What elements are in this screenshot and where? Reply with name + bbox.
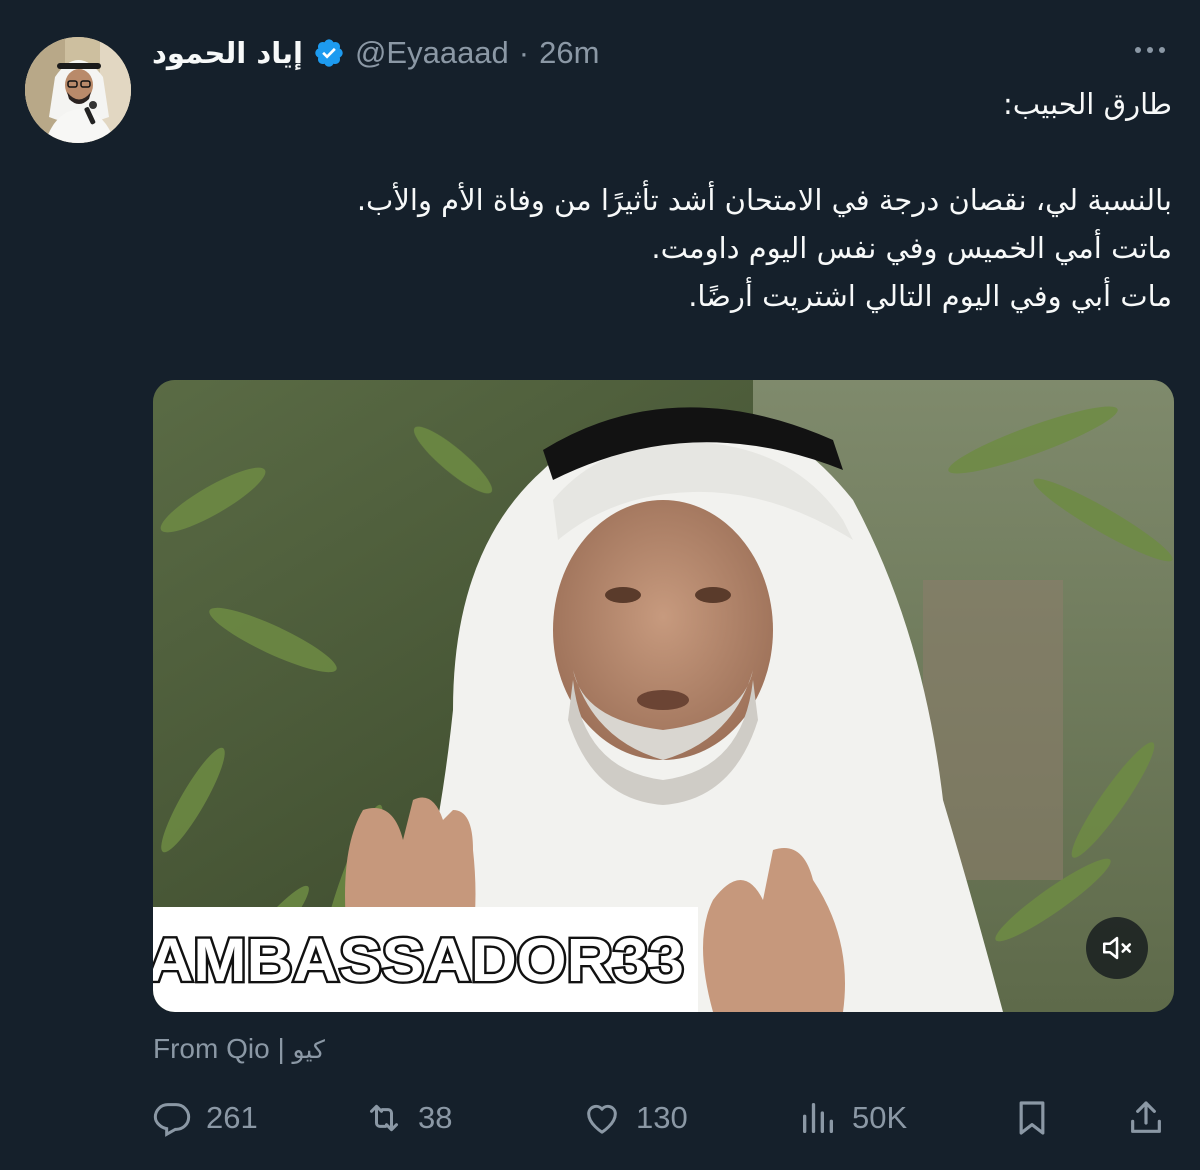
- bookmark-icon: [1019, 1101, 1045, 1135]
- tweet-video[interactable]: AMBASSADOR33: [153, 380, 1174, 1012]
- reply-icon: [153, 1103, 191, 1137]
- like-count: 130: [636, 1100, 688, 1135]
- views-button[interactable]: 50K: [798, 1090, 907, 1146]
- like-button[interactable]: 130: [582, 1090, 688, 1146]
- more-icon[interactable]: [1128, 38, 1172, 62]
- verified-badge-icon[interactable]: [313, 37, 345, 69]
- tweet-text-blank-line: [162, 128, 1172, 176]
- retweet-count: 38: [418, 1100, 453, 1135]
- tweet-text-line: بالنسبة لي، نقصان درجة في الامتحان أشد ت…: [356, 183, 1172, 217]
- header-separator: ·: [518, 35, 530, 70]
- source-prefix: From Qio: [153, 1033, 270, 1064]
- retweet-icon: [370, 1104, 398, 1132]
- tweet[interactable]: إياد الحمود @Eyaaaad · 26m طارق الحبيب: …: [0, 0, 1200, 1170]
- author-handle[interactable]: @Eyaaaad: [355, 35, 509, 71]
- views-count: 50K: [852, 1100, 908, 1135]
- share-button[interactable]: [1126, 1090, 1166, 1146]
- tweet-text-line: ماتت أمي الخميس وفي نفس اليوم داومت.: [651, 231, 1172, 265]
- heart-icon: [587, 1104, 617, 1134]
- reply-button[interactable]: 261: [152, 1090, 258, 1146]
- video-watermark: AMBASSADOR33: [153, 907, 698, 1012]
- author-display-name[interactable]: إياد الحمود: [152, 36, 303, 70]
- tweet-header: إياد الحمود @Eyaaaad · 26m: [152, 28, 599, 78]
- source-separator: |: [277, 1033, 285, 1064]
- avatar[interactable]: [25, 37, 131, 143]
- tweet-text: طارق الحبيب: بالنسبة لي، نقصان درجة في ا…: [162, 80, 1172, 320]
- avatar-image: [25, 37, 131, 143]
- retweet-button[interactable]: 38: [364, 1090, 452, 1146]
- views-icon: [803, 1103, 833, 1133]
- tweet-text-line: مات أبي وفي اليوم التالي اشتريت أرضًا.: [688, 279, 1172, 313]
- share-icon: [1131, 1101, 1161, 1133]
- bookmark-button[interactable]: [1012, 1090, 1052, 1146]
- speaker-muted-icon[interactable]: [1086, 917, 1148, 979]
- tweet-text-line: طارق الحبيب:: [1002, 87, 1172, 121]
- reply-count: 261: [206, 1100, 258, 1135]
- action-bar: 261 38 130 50K: [152, 1090, 1182, 1146]
- source-arabic-name: كيو: [292, 1035, 325, 1064]
- media-source[interactable]: From Qio | كيو: [153, 1033, 325, 1065]
- tweet-timestamp[interactable]: 26m: [539, 35, 599, 71]
- watermark-text: AMBASSADOR33: [153, 923, 686, 996]
